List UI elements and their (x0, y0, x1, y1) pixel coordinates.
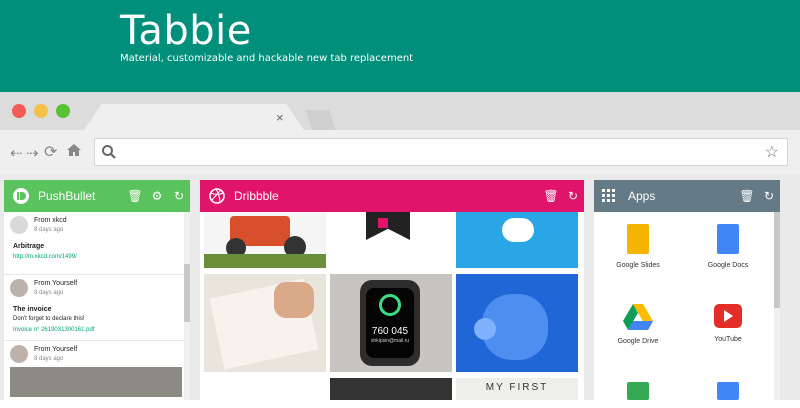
forward-icon[interactable]: ⇢ (26, 144, 39, 162)
scrollbar[interactable] (184, 212, 190, 400)
dribbble-logo-icon (209, 188, 225, 204)
watch-count: 760 045 (371, 326, 409, 337)
gear-icon[interactable]: ⚙ (146, 189, 168, 203)
pushbullet-message-list: From xkcd 8 days ago Arbitrage http://m.… (4, 212, 190, 397)
omnibox-input[interactable] (121, 142, 741, 162)
delete-icon[interactable]: 🗑 (124, 189, 146, 203)
refresh-icon[interactable]: ↻ (758, 189, 780, 203)
list-item[interactable]: From Yourself 8 days ago (4, 341, 190, 397)
list-item[interactable]: From xkcd 8 days ago Arbitrage http://m.… (4, 212, 190, 275)
poster-text: MY FIRST (485, 382, 549, 393)
message-title: The invoice (13, 306, 52, 313)
google-slides-icon (627, 224, 649, 254)
message-time: 8 days ago (34, 356, 64, 362)
tab-new-tab[interactable] (84, 104, 304, 130)
apps-grid-icon (602, 189, 615, 202)
message-time: 8 days ago (34, 290, 64, 296)
message-link[interactable]: http://m.xkcd.com/1499/ (13, 254, 77, 260)
shot-sketch-icons[interactable] (204, 274, 326, 372)
app-label: YouTube (714, 336, 742, 343)
message-body: Don't forget to declare this! (13, 316, 85, 322)
apps-panel: Apps 🗑 ↻ Google Slides Google Docs Googl… (594, 180, 780, 400)
apps-title: Apps (628, 189, 656, 203)
app-label: Google Drive (617, 338, 659, 345)
app-tile[interactable] (598, 382, 678, 408)
refresh-icon[interactable]: ↻ (562, 189, 584, 203)
dribbble-title: Dribbble (234, 189, 279, 203)
shot-lawnmower[interactable] (204, 212, 326, 268)
message-image (10, 367, 182, 397)
youtube-icon (714, 304, 742, 328)
app-arrow-icon (627, 382, 649, 400)
delete-icon[interactable]: 🗑 (736, 189, 758, 203)
app-google-docs[interactable]: Google Docs (688, 224, 768, 269)
minimize-window-button[interactable] (34, 104, 48, 118)
pushbullet-title: PushBullet (38, 189, 96, 203)
hero-subtitle: Material, customizable and hackable new … (120, 53, 414, 64)
dribbble-panel: Dribbble 🗑 ↻ 760 045 shkipsin@mail.ru MY… (200, 180, 584, 400)
list-item[interactable]: From Yourself 8 days ago The invoice Don… (4, 275, 190, 341)
shot-dark-ui[interactable] (330, 378, 452, 400)
tab-close-icon[interactable]: × (276, 110, 284, 125)
pushbullet-panel: PushBullet 🗑 ⚙ ↻ From xkcd 8 days ago Ar… (4, 180, 190, 400)
dribbble-header: Dribbble 🗑 ↻ (200, 180, 584, 212)
app-google-drive[interactable]: Google Drive (598, 304, 678, 345)
refresh-icon[interactable]: ↻ (168, 189, 190, 203)
delete-icon[interactable]: 🗑 (540, 189, 562, 203)
shot-cloud-chat[interactable] (456, 212, 578, 268)
reload-icon[interactable]: ⟳ (44, 142, 57, 162)
apps-header: Apps 🗑 ↻ (594, 180, 780, 212)
message-from: From xkcd (34, 217, 67, 224)
google-drive-icon (623, 304, 653, 330)
pushbullet-logo-icon (13, 188, 29, 204)
avatar (10, 345, 28, 363)
shot-line-icons[interactable] (204, 378, 326, 400)
app-tile[interactable] (688, 382, 768, 408)
tab-strip: × (0, 92, 800, 130)
watch-email: shkipsin@mail.ru (370, 338, 410, 344)
home-icon[interactable] (66, 142, 82, 162)
google-plus-icon (717, 382, 739, 400)
shot-my-first-poster[interactable]: MY FIRST (456, 378, 578, 400)
new-tab-button[interactable] (305, 110, 336, 130)
message-from: From Yourself (34, 280, 78, 287)
shot-wireframe-athlete[interactable] (456, 274, 578, 372)
shot-smartwatch[interactable]: 760 045 shkipsin@mail.ru (330, 274, 452, 372)
app-youtube[interactable]: YouTube (688, 304, 768, 343)
app-label: Google Slides (616, 262, 660, 269)
search-icon (102, 145, 116, 159)
avatar (10, 216, 28, 234)
browser-window: × ⇠ ⇢ ⟳ ☆ PushBullet 🗑 ⚙ ↻ From xkcd 8 d… (0, 92, 800, 400)
scrollbar-thumb[interactable] (184, 264, 190, 322)
hero-banner: Tabbie Material, customizable and hackab… (0, 0, 800, 92)
new-tab-content: PushBullet 🗑 ⚙ ↻ From xkcd 8 days ago Ar… (0, 174, 800, 400)
omnibox[interactable]: ☆ (94, 138, 788, 166)
message-time: 8 days ago (34, 227, 64, 233)
message-title: Arbitrage (13, 243, 45, 250)
back-icon[interactable]: ⇠ (10, 144, 23, 162)
pushbullet-header: PushBullet 🗑 ⚙ ↻ (4, 180, 190, 212)
bookmark-star-icon[interactable]: ☆ (765, 142, 779, 162)
avatar (10, 279, 28, 297)
shot-logo-mark[interactable] (330, 212, 452, 268)
maximize-window-button[interactable] (56, 104, 70, 118)
hero-title: Tabbie (120, 8, 252, 54)
scrollbar-thumb[interactable] (774, 212, 780, 308)
google-docs-icon (717, 224, 739, 254)
message-from: From Yourself (34, 346, 78, 353)
browser-toolbar: ⇠ ⇢ ⟳ ☆ (0, 130, 800, 174)
scrollbar[interactable] (774, 212, 780, 400)
app-label: Google Docs (707, 262, 749, 269)
message-link[interactable]: Invoice n° 2619031300161.pdf (13, 327, 94, 333)
app-google-slides[interactable]: Google Slides (598, 224, 678, 269)
close-window-button[interactable] (12, 104, 26, 118)
